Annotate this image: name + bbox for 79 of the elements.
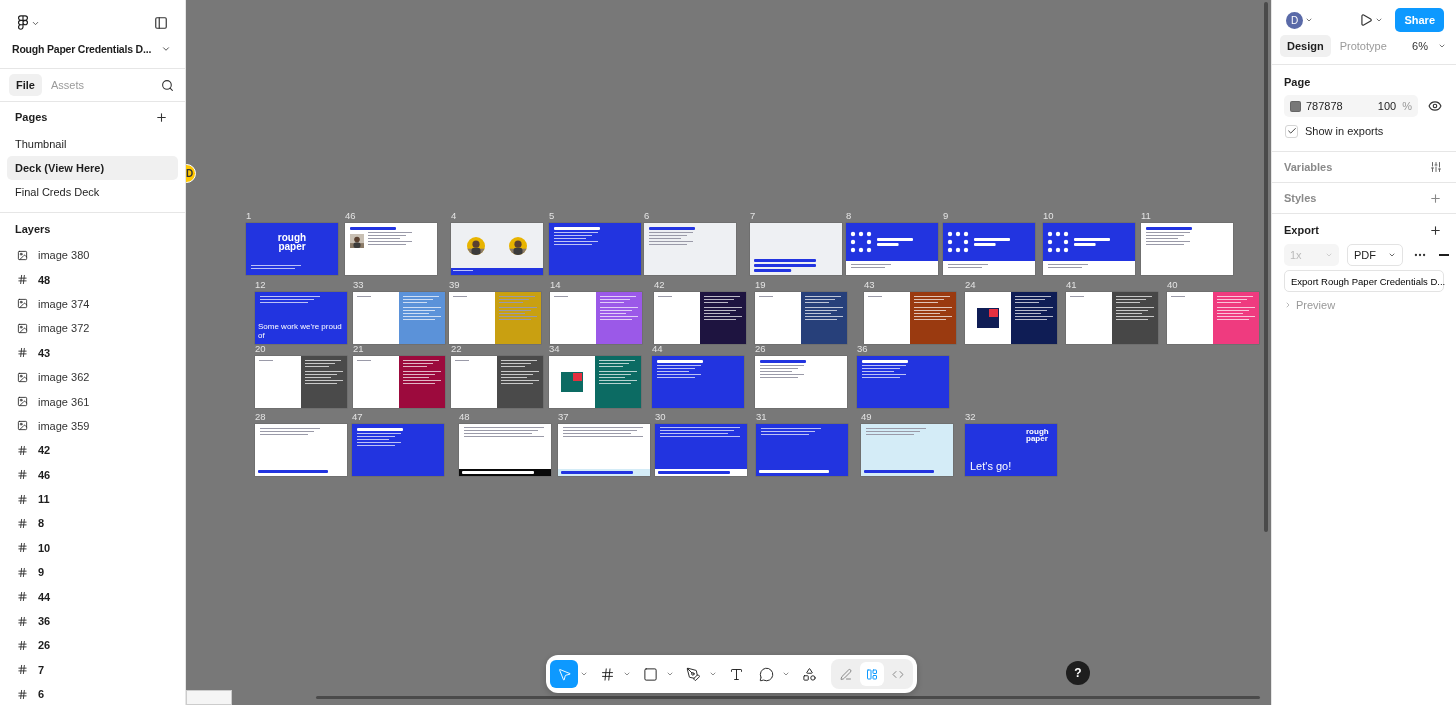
layer-item[interactable]: 48	[0, 267, 185, 292]
layer-item[interactable]: 8	[0, 511, 185, 536]
slide-title: Let's go!	[970, 459, 1013, 472]
frame-label: 1	[246, 211, 253, 221]
frame-label: 11	[1141, 211, 1152, 221]
frame-label: 21	[353, 344, 365, 354]
frame-label: 24	[965, 280, 977, 290]
frame-label: 7	[750, 211, 757, 221]
frame-label: 42	[654, 280, 666, 290]
layer-item[interactable]: 7	[0, 657, 185, 683]
frame-label: 28	[255, 412, 267, 422]
layer-item[interactable]: image 359	[0, 413, 185, 439]
layer-item[interactable]: 6	[0, 682, 185, 705]
layer-item[interactable]: image 372	[0, 316, 185, 341]
layer-item[interactable]: 42	[0, 438, 185, 463]
slide-title: Some work we're proud of	[258, 323, 343, 341]
layer-item[interactable]: 46	[0, 462, 185, 487]
frame-label: 39	[449, 280, 461, 290]
frame-label: 32	[965, 412, 977, 422]
frame-label: 4	[451, 211, 458, 221]
layer-item[interactable]: image 374	[0, 291, 185, 317]
frame-label: 41	[1066, 280, 1078, 290]
frame-label: 48	[459, 412, 471, 422]
help-button[interactable]: ?	[1066, 661, 1090, 685]
frame-label: 10	[1043, 211, 1055, 221]
frame-label: 6	[644, 211, 651, 221]
frame-label: 49	[861, 412, 873, 422]
variables-heading: Variables	[1284, 161, 1333, 173]
account-button[interactable]: D	[1284, 9, 1315, 31]
page-heading: Page	[1284, 76, 1311, 88]
frame-label: 31	[756, 412, 768, 422]
frame-label: 5	[549, 211, 556, 221]
zoom-menu[interactable]: 6%	[1410, 38, 1448, 54]
layer-item[interactable]: 10	[0, 535, 185, 561]
logo-text: rough paper	[276, 233, 308, 251]
page-item[interactable]: Final Creds Deck	[7, 180, 178, 204]
export-button[interactable]: Export Rough Paper Credentials D...	[1284, 270, 1444, 292]
layer-item[interactable]: 11	[0, 486, 185, 512]
layers-heading: Layers	[15, 223, 51, 235]
frame-label: 37	[558, 412, 570, 422]
format-select[interactable]: PDF	[1347, 244, 1403, 266]
file-title: Rough Paper Credentials D...	[12, 43, 152, 55]
frame-label: 14	[550, 280, 562, 290]
layer-item[interactable]: 36	[0, 608, 185, 634]
frame-label: 22	[451, 344, 463, 354]
panel-tab[interactable]: File	[9, 74, 42, 96]
layer-item[interactable]: 44	[0, 584, 185, 609]
frame-label: 43	[864, 280, 876, 290]
layer-item[interactable]: 43	[0, 340, 185, 365]
page-color-field[interactable]: 787878 100 %	[1284, 95, 1418, 117]
frame-label: 46	[345, 211, 357, 221]
frame-label: 20	[255, 344, 267, 354]
frame-label: 19	[755, 280, 767, 290]
layer-item[interactable]: 26	[0, 633, 185, 658]
pages-heading: Pages	[15, 111, 48, 123]
checkbox-label: Show in exports	[1305, 125, 1384, 137]
page-item[interactable]: Deck (View Here)	[7, 156, 178, 180]
frame-label: 26	[755, 344, 767, 354]
layer-item[interactable]: image 361	[0, 389, 185, 414]
frame-label: 8	[846, 211, 853, 221]
layer-item[interactable]: image 362	[0, 364, 185, 390]
frame-label: 47	[352, 412, 364, 422]
styles-heading: Styles	[1284, 192, 1317, 204]
collaborator-badge: D	[186, 164, 196, 183]
frame-label: 44	[652, 344, 664, 354]
layer-item[interactable]: 9	[0, 560, 185, 585]
page-item[interactable]: Thumbnail	[7, 132, 178, 156]
frame-label: 9	[943, 211, 950, 221]
logo-text: rough paper	[1026, 428, 1050, 443]
avatar: D	[1286, 11, 1303, 29]
export-heading: Export	[1284, 224, 1319, 236]
frame-label: 12	[255, 280, 267, 290]
frame-label: 36	[857, 344, 869, 354]
frame-label: 33	[353, 280, 365, 290]
frame-label: 34	[549, 344, 561, 354]
layer-item[interactable]: image 380	[0, 243, 185, 268]
frame-label: 40	[1167, 280, 1179, 290]
panel-tab[interactable]: Design	[1280, 35, 1331, 57]
frame-label: 30	[655, 412, 667, 422]
